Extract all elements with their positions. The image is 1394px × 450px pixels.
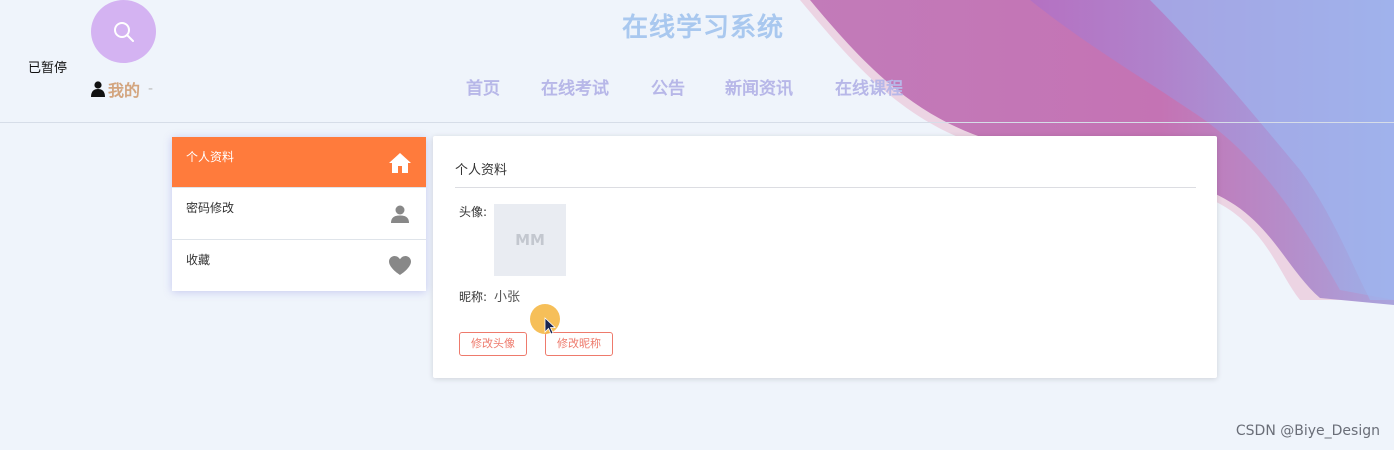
nav-item-news[interactable]: 新闻资讯 xyxy=(725,74,793,99)
nickname-label: 昵称: xyxy=(459,290,488,304)
nickname-value: 小张 xyxy=(494,290,521,305)
my-menu-label: 我的 xyxy=(108,81,141,100)
site-title: 在线学习系统 xyxy=(622,13,785,43)
paused-label: 已暂停 xyxy=(28,61,68,76)
avatar-placeholder-text: MM xyxy=(515,231,545,249)
watermark: CSDN @Biye_Design xyxy=(1235,423,1380,439)
home-icon xyxy=(389,153,411,173)
sidebar-item-label: 收藏 xyxy=(186,253,211,267)
change-avatar-button[interactable]: 修改头像 xyxy=(459,332,527,356)
sidebar-item-label: 个人资料 xyxy=(186,150,235,164)
nav-item-online-exam[interactable]: 在线考试 xyxy=(541,74,609,99)
sidebar-item-label: 密码修改 xyxy=(186,201,235,215)
header-divider xyxy=(0,122,1394,123)
sidebar-item-profile[interactable]: 个人资料 xyxy=(172,137,426,188)
sidebar-item-password[interactable]: 密码修改 xyxy=(172,188,426,240)
heart-icon xyxy=(389,256,411,275)
search-icon xyxy=(113,21,134,42)
search-button[interactable] xyxy=(91,0,156,63)
nav-item-announcements[interactable]: 公告 xyxy=(651,74,685,99)
user-icon xyxy=(391,205,409,223)
cursor-icon xyxy=(544,317,556,335)
change-nickname-button[interactable]: 修改昵称 xyxy=(545,332,613,356)
my-menu-dash: - xyxy=(148,81,154,97)
nav-item-online-courses[interactable]: 在线课程 xyxy=(835,74,903,99)
profile-card: 个人资料 头像: MM 昵称: 小张 修改头像 修改昵称 xyxy=(433,136,1217,378)
profile-card-title: 个人资料 xyxy=(455,163,508,178)
sidebar-item-favorites[interactable]: 收藏 xyxy=(172,240,426,291)
avatar-label: 头像: xyxy=(459,205,488,219)
avatar: MM xyxy=(494,204,566,276)
my-menu[interactable]: 我的 - xyxy=(91,77,153,101)
sidebar: 个人资料 密码修改 收藏 xyxy=(172,137,426,291)
nav-item-home[interactable]: 首页 xyxy=(466,74,500,99)
user-icon xyxy=(91,81,105,97)
profile-card-divider xyxy=(455,187,1196,188)
